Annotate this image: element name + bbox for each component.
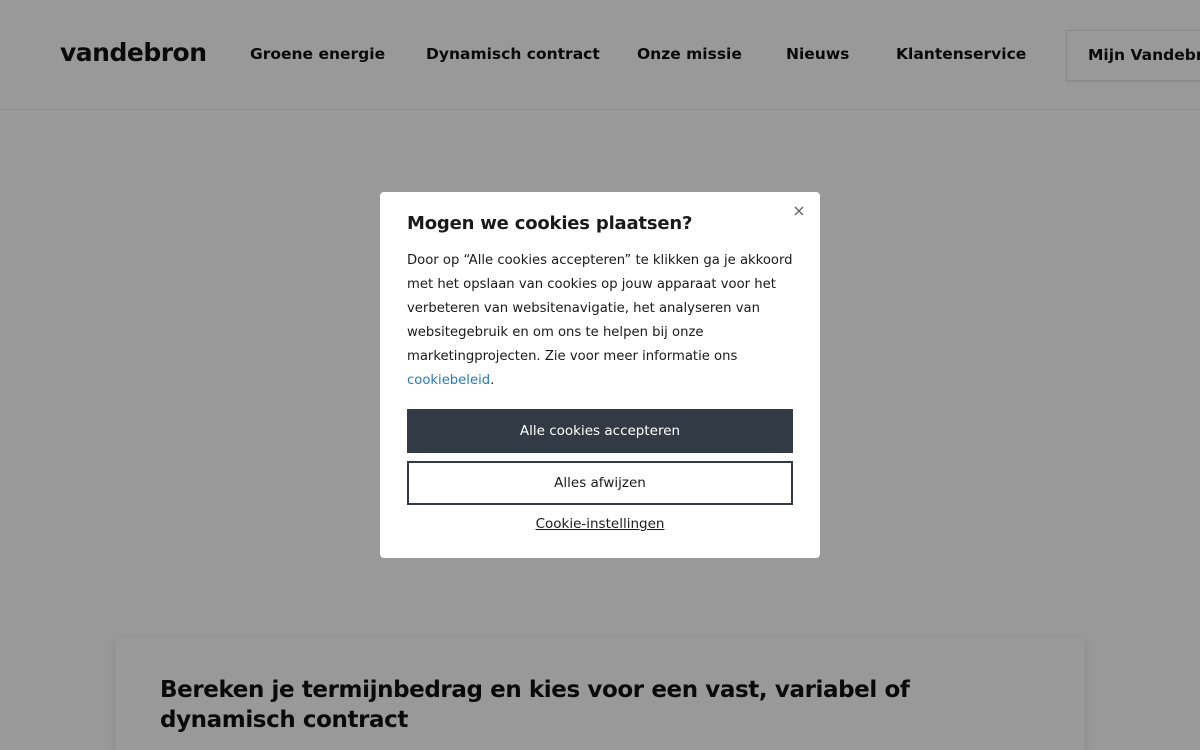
cookie-modal-body: Door op “Alle cookies accepteren” te kli… — [407, 249, 799, 393]
accept-all-cookies-button[interactable]: Alle cookies accepteren — [407, 409, 793, 453]
reject-all-cookies-button[interactable]: Alles afwijzen — [407, 461, 793, 505]
close-icon[interactable] — [790, 202, 808, 220]
cookie-consent-modal: Mogen we cookies plaatsen? Door op “Alle… — [380, 192, 820, 558]
cookie-body-suffix: . — [490, 373, 495, 388]
cookie-policy-link[interactable]: cookiebeleid — [407, 373, 490, 388]
cookie-settings-link[interactable]: Cookie-instellingen — [380, 516, 820, 532]
cookie-body-text: Door op “Alle cookies accepteren” te kli… — [407, 253, 793, 364]
cookie-modal-title: Mogen we cookies plaatsen? — [407, 213, 693, 234]
